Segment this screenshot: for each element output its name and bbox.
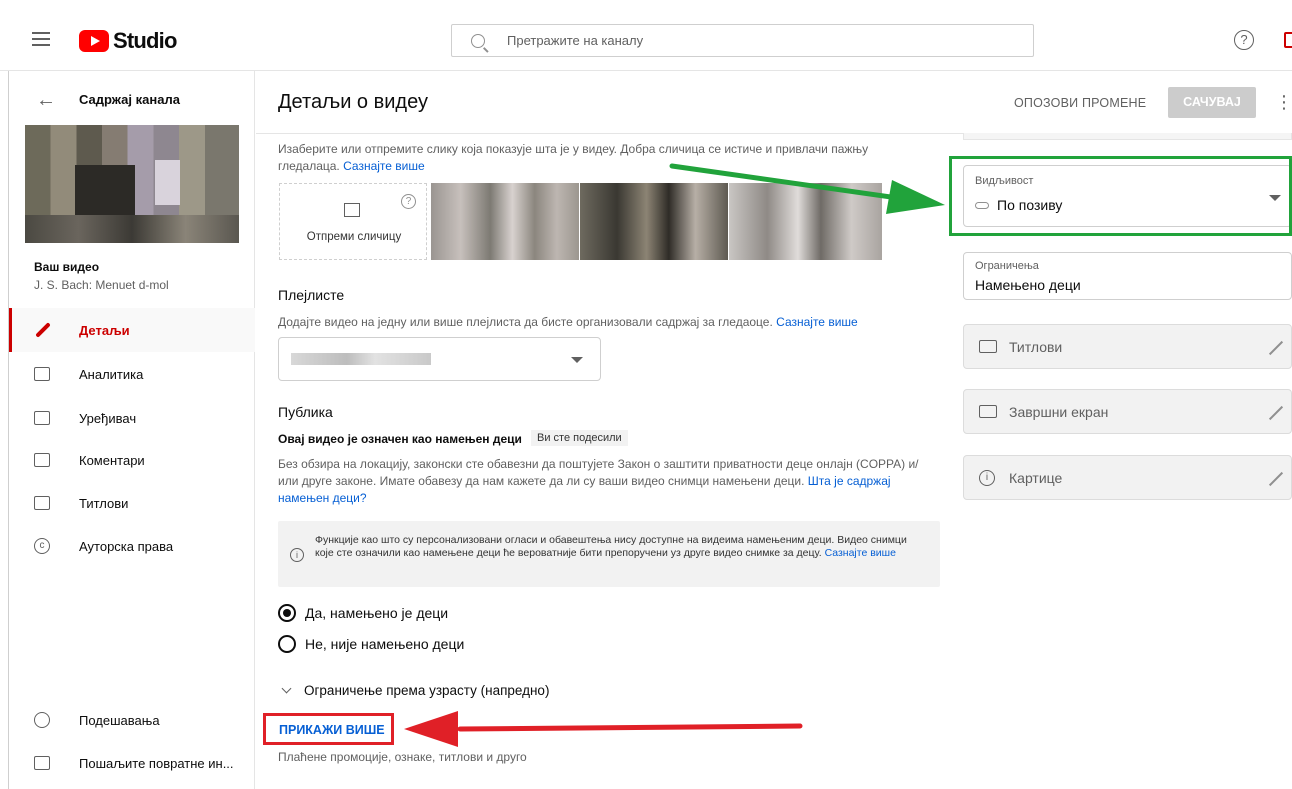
- sidebar-item-details[interactable]: Детаљи: [9, 308, 255, 352]
- pencil-icon: [35, 322, 51, 338]
- radio-button[interactable]: [278, 635, 296, 653]
- playlists-learn-more-link[interactable]: Сазнајте више: [776, 315, 858, 329]
- video-thumbnail[interactable]: [25, 125, 239, 243]
- radio-label: Да, намењено је деци: [305, 605, 449, 621]
- menu-icon[interactable]: [32, 32, 50, 46]
- radio-label: Не, није намењено деци: [305, 636, 465, 652]
- upload-thumbnail-label: Отпреми сличицу: [306, 231, 402, 243]
- exit-studio-icon[interactable]: [1284, 32, 1292, 48]
- audience-status: Овај видео је означен као намењен деци: [278, 432, 522, 446]
- pencil-icon[interactable]: [1268, 471, 1284, 487]
- sidebar: ← Садржај канала Ваш видео J. S. Bach: M…: [9, 71, 255, 789]
- help-icon[interactable]: ?: [401, 194, 416, 209]
- copyright-icon: c: [34, 538, 50, 554]
- playlists-heading: Плејлисте: [278, 287, 345, 303]
- studio-logo[interactable]: Studio: [79, 28, 177, 54]
- subtitles-label: Титлови: [1009, 339, 1063, 355]
- end-screen-icon: [979, 405, 997, 418]
- back-arrow-icon[interactable]: ←: [36, 89, 56, 112]
- thumbnail-option[interactable]: [431, 183, 579, 260]
- gear-icon: [34, 712, 50, 728]
- annotation-highlight-visibility: [949, 156, 1292, 236]
- info-learn-more-link[interactable]: Сазнајте више: [825, 547, 896, 559]
- sidebar-item-label: Детаљи: [79, 322, 130, 338]
- show-more-subtitle: Плаћене промоције, ознаке, титлови и дру…: [278, 750, 527, 764]
- pencil-icon[interactable]: [1268, 340, 1284, 356]
- sidebar-item-feedback[interactable]: Пошаљите повратне ин...: [9, 741, 255, 785]
- help-icon[interactable]: ?: [1234, 30, 1254, 50]
- cards-card[interactable]: i Картице: [963, 455, 1292, 500]
- youtube-play-icon: [79, 30, 109, 52]
- channel-content-link[interactable]: Садржај канала: [79, 92, 180, 107]
- radio-button-checked[interactable]: [278, 604, 296, 622]
- chevron-down-icon: [281, 683, 292, 694]
- sidebar-item-analytics[interactable]: Аналитика: [9, 352, 255, 396]
- sidebar-item-copyright[interactable]: c Ауторска права: [9, 524, 255, 568]
- cards-label: Картице: [1009, 470, 1063, 486]
- thumbnail-learn-more-link[interactable]: Сазнајте више: [343, 159, 425, 173]
- radio-made-for-kids-no[interactable]: Не, није намењено деци: [278, 635, 464, 653]
- show-more-button[interactable]: ПРИКАЖИ ВИШЕ: [263, 713, 394, 745]
- your-video-label: Ваш видео: [34, 260, 100, 274]
- upload-thumbnail-button[interactable]: ? Отпреми сличицу: [279, 183, 427, 260]
- subtitles-card[interactable]: Титлови: [963, 324, 1292, 369]
- thumbnail-option[interactable]: [729, 183, 882, 260]
- info-icon: i: [979, 470, 995, 486]
- feedback-icon: [34, 756, 50, 770]
- sidebar-item-label: Аналитика: [79, 366, 144, 382]
- restrictions-value: Намењено деци: [975, 277, 1081, 293]
- search-placeholder: Претражите на каналу: [507, 33, 644, 48]
- age-restriction-expander[interactable]: Ограничење према узрасту (напредно): [281, 683, 550, 698]
- subtitles-icon: [34, 496, 50, 510]
- comments-icon: [34, 453, 50, 467]
- playlists-description: Додајте видео на једну или више плејлист…: [278, 315, 858, 329]
- analytics-icon: [34, 367, 50, 381]
- playlist-dropdown[interactable]: [278, 337, 601, 381]
- red-arrow: [404, 711, 803, 747]
- audience-heading: Публика: [278, 404, 333, 420]
- sidebar-item-subtitles[interactable]: Титлови: [9, 481, 255, 525]
- more-options-icon[interactable]: ⋮: [1275, 93, 1292, 111]
- dropdown-arrow-icon: [571, 357, 583, 363]
- age-restriction-label: Ограничење према узрасту (напредно): [304, 683, 550, 698]
- end-screen-label: Завршни екран: [1009, 404, 1109, 420]
- sidebar-item-label: Коментари: [79, 452, 145, 468]
- sidebar-item-settings[interactable]: Подешавања: [9, 698, 255, 742]
- info-text: Функције као што су персонализовани огла…: [315, 534, 907, 559]
- undo-changes-button[interactable]: ОПОЗОВИ ПРОМЕНЕ: [1014, 90, 1146, 116]
- coppa-notice: Без обзира на локацију, законски сте оба…: [278, 457, 919, 505]
- radio-made-for-kids-yes[interactable]: Да, намењено је деци: [278, 604, 448, 622]
- save-button[interactable]: САЧУВАЈ: [1168, 87, 1256, 118]
- selected-playlist: [291, 353, 431, 365]
- pencil-icon[interactable]: [1268, 405, 1284, 421]
- search-icon: [471, 33, 485, 48]
- status-badge: Ви сте подесили: [531, 430, 628, 446]
- logo-text: Studio: [113, 28, 177, 53]
- sidebar-item-label: Подешавања: [79, 712, 160, 728]
- kids-info-box: i Функције као што су персонализовани ог…: [278, 521, 940, 587]
- add-image-icon: [344, 203, 360, 217]
- thumbnail-description: Изаберите или отпремите слику која показ…: [278, 142, 869, 173]
- sidebar-item-label: Пошаљите повратне ин...: [79, 755, 234, 771]
- thumbnail-option[interactable]: [580, 183, 728, 260]
- restrictions-caption: Ограничења: [975, 260, 1039, 272]
- info-icon: i: [290, 548, 304, 562]
- right-panel-edge: [963, 133, 1292, 140]
- editor-icon: [34, 411, 50, 425]
- page-title: Детаљи о видеу: [278, 91, 428, 113]
- top-bar: Studio Претражите на каналу ?: [0, 0, 1292, 71]
- sidebar-item-label: Титлови: [79, 495, 129, 511]
- sidebar-item-editor[interactable]: Уређивач: [9, 396, 255, 440]
- subtitles-icon: [979, 340, 997, 353]
- video-title: J. S. Bach: Menuet d-mol: [34, 278, 169, 292]
- show-more-label: ПРИКАЖИ ВИШЕ: [279, 723, 385, 737]
- sidebar-item-label: Уређивач: [79, 410, 137, 426]
- end-screen-card[interactable]: Завршни екран: [963, 389, 1292, 434]
- sidebar-item-label: Ауторска права: [79, 538, 174, 554]
- restrictions-field[interactable]: Ограничења Намењено деци: [963, 252, 1292, 300]
- search-input[interactable]: Претражите на каналу: [451, 24, 1034, 57]
- sidebar-item-comments[interactable]: Коментари: [9, 438, 255, 482]
